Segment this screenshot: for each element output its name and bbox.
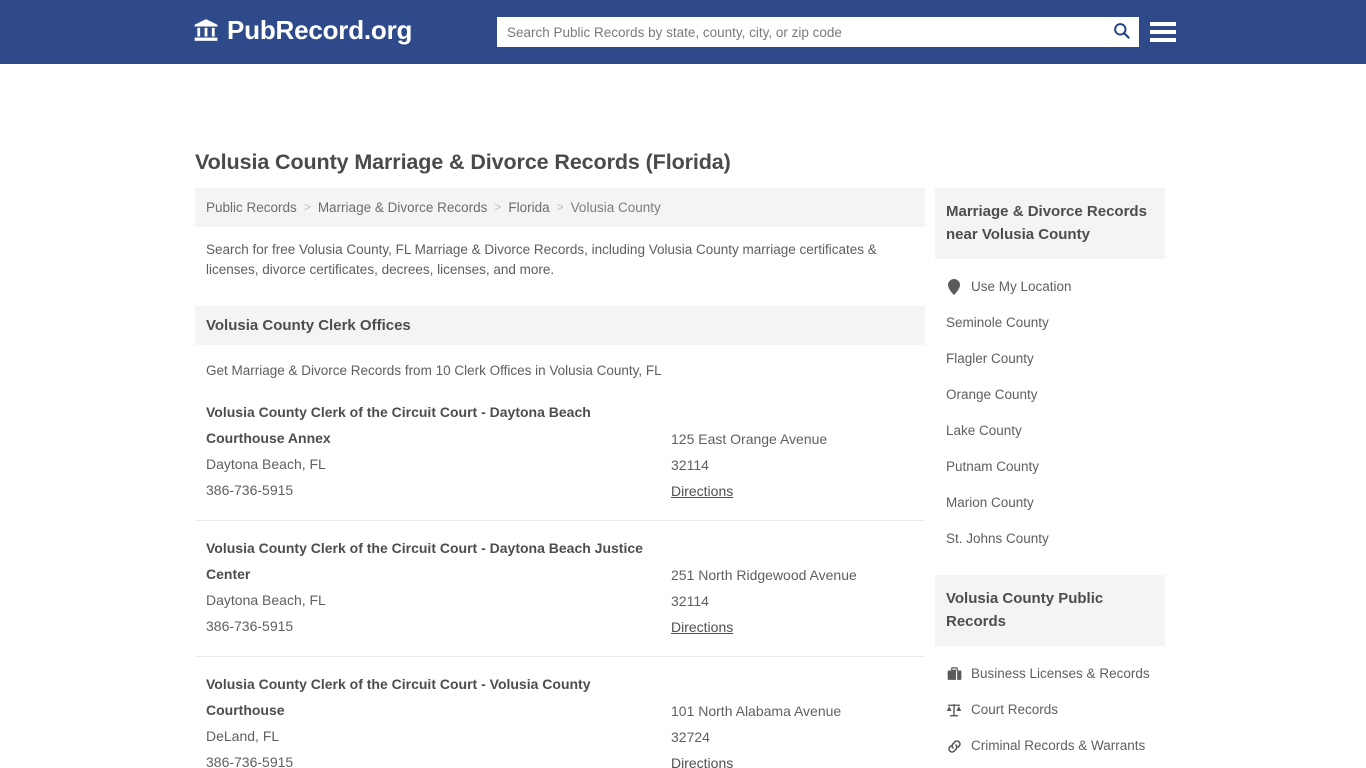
search-icon [1112, 21, 1131, 43]
breadcrumb-item-public-records[interactable]: Public Records [206, 199, 297, 216]
hamburger-menu-icon[interactable] [1150, 18, 1176, 46]
sidebar-item-use-my-location[interactable]: Use My Location [935, 269, 1165, 305]
listing-left-column: Volusia County Clerk of the Circuit Cour… [206, 535, 671, 640]
sidebar-public-records-heading: Volusia County Public Records [935, 575, 1165, 646]
office-zip: 32724 [671, 729, 710, 745]
office-street: 125 East Orange Avenue [671, 431, 828, 447]
search-bar [497, 17, 1139, 47]
sidebar: Marriage & Divorce Records near Volusia … [935, 188, 1165, 768]
clerk-offices-list: Volusia County Clerk of the Circuit Cour… [195, 399, 925, 768]
sidebar-item-label: Criminal Records & Warrants [971, 738, 1146, 753]
bank-icon [193, 17, 219, 43]
sidebar-item-marion-county[interactable]: Marion County [935, 485, 1165, 521]
sidebar-item-criminal-records-warrants[interactable]: Criminal Records & Warrants [935, 728, 1165, 764]
sidebar-item-label: Marion County [946, 495, 1034, 510]
site-logo-text: PubRecord.org [227, 15, 413, 45]
office-zip: 32114 [671, 593, 709, 609]
sidebar-item-label: Flagler County [946, 351, 1034, 366]
directions-link[interactable]: Directions [671, 614, 733, 640]
office-zip: 32114 [671, 457, 709, 473]
clerk-offices-subtext: Get Marriage & Divorce Records from 10 C… [206, 363, 662, 378]
main-content: Public Records > Marriage & Divorce Reco… [195, 188, 925, 768]
sidebar-item-court-records[interactable]: Court Records [935, 692, 1165, 728]
listing-right-column: 125 East Orange Avenue 32114 Directions [671, 399, 914, 504]
sidebar-item-lake-county[interactable]: Lake County [935, 413, 1165, 449]
page-title: Volusia County Marriage & Divorce Record… [195, 150, 731, 174]
sidebar-item-label: St. Johns County [946, 531, 1049, 546]
hamburger-bar [1150, 30, 1176, 34]
office-city-state: DeLand, FL [206, 728, 280, 744]
sidebar-item-putnam-county[interactable]: Putnam County [935, 449, 1165, 485]
map-pin-icon [946, 279, 962, 295]
sidebar-item-label: Orange County [946, 387, 1038, 402]
breadcrumb-separator: > [556, 200, 564, 214]
office-name[interactable]: Volusia County Clerk of the Circuit Cour… [206, 399, 671, 451]
sidebar-item-label: Putnam County [946, 459, 1040, 474]
list-item[interactable]: Volusia County Clerk of the Circuit Cour… [195, 399, 925, 520]
office-phone[interactable]: 386-736-5915 [206, 613, 671, 639]
sidebar-item-business-licenses-records[interactable]: Business Licenses & Records [935, 656, 1165, 692]
office-phone[interactable]: 386-736-5915 [206, 477, 671, 503]
sidebar-item-label: Court Records [971, 702, 1059, 717]
breadcrumb-separator: > [494, 200, 502, 214]
breadcrumb-item-volusia-county: Volusia County [570, 200, 661, 215]
sidebar-item-st-johns-county[interactable]: St. Johns County [935, 521, 1165, 557]
office-phone[interactable]: 386-736-5915 [206, 749, 671, 768]
intro-text: Search for free Volusia County, FL Marri… [206, 242, 877, 277]
office-city-state: Daytona Beach, FL [206, 592, 326, 608]
sidebar-item-inmate-jail-records[interactable]: Inmate & Jail Records [935, 764, 1165, 768]
sidebar-item-flagler-county[interactable]: Flagler County [935, 341, 1165, 377]
list-item[interactable]: Volusia County Clerk of the Circuit Cour… [195, 520, 925, 656]
breadcrumb: Public Records > Marriage & Divorce Reco… [195, 188, 925, 227]
sidebar-item-label: Business Licenses & Records [971, 666, 1150, 681]
breadcrumb-item-marriage-divorce-records[interactable]: Marriage & Divorce Records [318, 199, 488, 216]
breadcrumb-separator: > [303, 200, 311, 214]
hamburger-bar [1150, 22, 1176, 26]
briefcase-icon [946, 666, 962, 682]
search-button[interactable] [1103, 17, 1139, 47]
directions-link[interactable]: Directions [671, 750, 733, 768]
sidebar-item-label: Lake County [946, 423, 1022, 438]
directions-link[interactable]: Directions [671, 478, 733, 504]
office-name[interactable]: Volusia County Clerk of the Circuit Cour… [206, 535, 671, 587]
sidebar-item-seminole-county[interactable]: Seminole County [935, 305, 1165, 341]
list-item[interactable]: Volusia County Clerk of the Circuit Cour… [195, 656, 925, 768]
listing-left-column: Volusia County Clerk of the Circuit Cour… [206, 399, 671, 504]
site-logo[interactable]: PubRecord.org [193, 16, 412, 44]
sidebar-item-label: Use My Location [971, 279, 1072, 294]
search-input[interactable] [497, 18, 1103, 46]
office-city-state: Daytona Beach, FL [206, 456, 326, 472]
hamburger-bar [1150, 38, 1176, 42]
breadcrumb-item-florida[interactable]: Florida [508, 199, 549, 216]
scales-icon [946, 702, 962, 718]
sidebar-public-records-list: Business Licenses & Records Court Record… [935, 646, 1165, 768]
clerk-offices-heading: Volusia County Clerk Offices [195, 306, 925, 345]
breadcrumb-nav: Public Records > Marriage & Divorce Reco… [206, 199, 914, 216]
office-street: 251 North Ridgewood Avenue [671, 567, 857, 583]
sidebar-nearby-list: Use My Location Seminole County Flagler … [935, 259, 1165, 557]
sidebar-item-orange-county[interactable]: Orange County [935, 377, 1165, 413]
link-icon [946, 738, 962, 754]
listing-right-column: 101 North Alabama Avenue 32724 Direction… [671, 671, 914, 768]
office-street: 101 North Alabama Avenue [671, 703, 842, 719]
office-name[interactable]: Volusia County Clerk of the Circuit Cour… [206, 671, 671, 723]
site-header: PubRecord.org [0, 0, 1366, 64]
listing-left-column: Volusia County Clerk of the Circuit Cour… [206, 671, 671, 768]
sidebar-item-label: Seminole County [946, 315, 1049, 330]
listing-right-column: 251 North Ridgewood Avenue 32114 Directi… [671, 535, 914, 640]
sidebar-nearby-heading: Marriage & Divorce Records near Volusia … [935, 188, 1165, 259]
